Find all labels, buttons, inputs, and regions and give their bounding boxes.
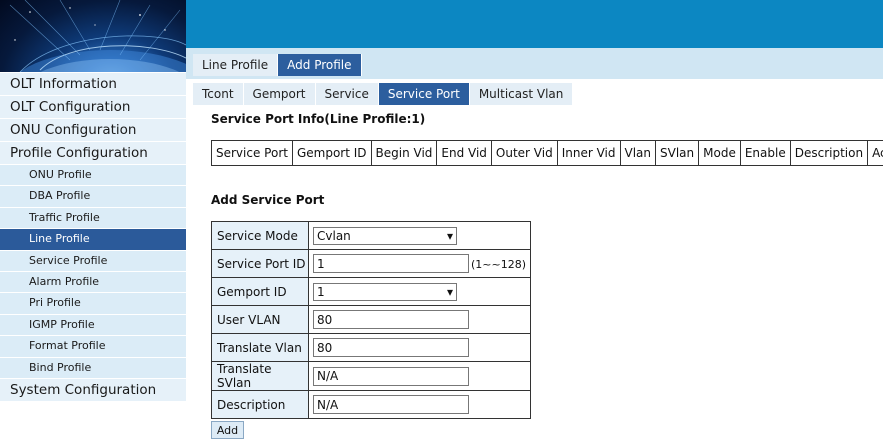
sidebar-subitem-bind-profile[interactable]: Bind Profile <box>0 357 186 379</box>
tab-multicast-vlan[interactable]: Multicast Vlan <box>469 83 574 105</box>
sidebar-subitem-dba-profile[interactable]: DBA Profile <box>0 186 186 208</box>
top-tab-bar: Line Profile Add Profile <box>193 54 362 76</box>
column-header: Vlan <box>619 140 657 166</box>
column-header: Inner Vid <box>556 140 621 166</box>
sidebar-item-profile-configuration[interactable]: Profile Configuration <box>0 142 186 165</box>
service-port-info-title: Service Port Info(Line Profile:1) <box>211 112 426 126</box>
chevron-down-icon: ▾ <box>446 228 453 243</box>
sidebar-subitem-service-profile[interactable]: Service Profile <box>0 250 186 272</box>
column-header: Begin Vid <box>370 140 438 166</box>
sidebar-subitem-traffic-profile[interactable]: Traffic Profile <box>0 207 186 230</box>
add-service-port-form: Service Mode Cvlan ▾ Service Port ID 1 (1~… <box>211 221 531 419</box>
service-port-id-range-hint: (1~~128) <box>471 257 527 271</box>
tab-line-profile[interactable]: Line Profile <box>193 54 279 76</box>
translate-svlan-input[interactable]: N/A <box>313 366 469 386</box>
column-header: SVlan <box>655 140 700 166</box>
sidebar-subitem-onu-profile[interactable]: ONU Profile <box>0 165 186 187</box>
service-port-id-input[interactable]: 1 <box>313 254 469 273</box>
column-header: Mode <box>698 140 741 166</box>
service-port-info-table: Service Port Gemport ID Begin Vid End Vi… <box>211 140 883 166</box>
sidebar-subitem-format-profile[interactable]: Format Profile <box>0 336 186 358</box>
header-banner <box>186 0 883 48</box>
gemport-id-select[interactable]: 1 ▾ <box>313 282 457 301</box>
service-port-id-label: Service Port ID <box>211 249 309 278</box>
description-label: Description <box>211 390 309 419</box>
user-vlan-input[interactable]: 80 <box>313 310 469 329</box>
user-vlan-label: User VLAN <box>211 305 309 334</box>
service-mode-select[interactable]: Cvlan ▾ <box>313 226 457 245</box>
table-header-row: Service Port Gemport ID Begin Vid End Vi… <box>211 140 883 166</box>
gemport-id-label: Gemport ID <box>211 277 309 306</box>
add-button[interactable]: Add <box>211 421 244 439</box>
sidebar-subitem-line-profile[interactable]: Line Profile <box>0 229 186 251</box>
translate-vlan-label: Translate Vlan <box>211 333 309 362</box>
tab-add-profile[interactable]: Add Profile <box>278 54 362 76</box>
description-input[interactable]: N/A <box>313 395 469 414</box>
sidebar-subitem-igmp-profile[interactable]: IGMP Profile <box>0 314 186 337</box>
sidebar: OLT Information OLT Configuration ONU Co… <box>0 73 186 402</box>
sidebar-item-system-configuration[interactable]: System Configuration <box>0 378 186 402</box>
banner-globe-image <box>0 0 186 72</box>
add-service-port-title: Add Service Port <box>211 193 325 207</box>
sidebar-item-olt-configuration[interactable]: OLT Configuration <box>0 96 186 119</box>
sub-tab-bar: Tcont Gemport Service Service Port Multi… <box>193 83 574 105</box>
column-header: Enable <box>739 140 791 166</box>
sidebar-item-onu-configuration[interactable]: ONU Configuration <box>0 119 186 142</box>
tab-tcont[interactable]: Tcont <box>193 83 244 105</box>
tab-service[interactable]: Service <box>315 83 379 105</box>
sidebar-subitem-pri-profile[interactable]: Pri Profile <box>0 293 186 315</box>
column-header: End Vid <box>436 140 492 166</box>
column-header: Outer Vid <box>490 140 558 166</box>
chevron-down-icon: ▾ <box>446 284 453 299</box>
sidebar-item-olt-information[interactable]: OLT Information <box>0 73 186 96</box>
tab-service-port[interactable]: Service Port <box>378 83 470 105</box>
translate-svlan-label: Translate SVlan <box>211 361 309 391</box>
column-header: Description <box>789 140 869 166</box>
service-mode-label: Service Mode <box>211 221 309 250</box>
column-header: Service Port <box>211 140 293 166</box>
tab-gemport[interactable]: Gemport <box>243 83 316 105</box>
column-header: Gemport ID <box>291 140 372 166</box>
translate-vlan-input[interactable]: 80 <box>313 338 469 357</box>
column-header: Action <box>867 140 883 166</box>
sidebar-subitem-alarm-profile[interactable]: Alarm Profile <box>0 271 186 294</box>
